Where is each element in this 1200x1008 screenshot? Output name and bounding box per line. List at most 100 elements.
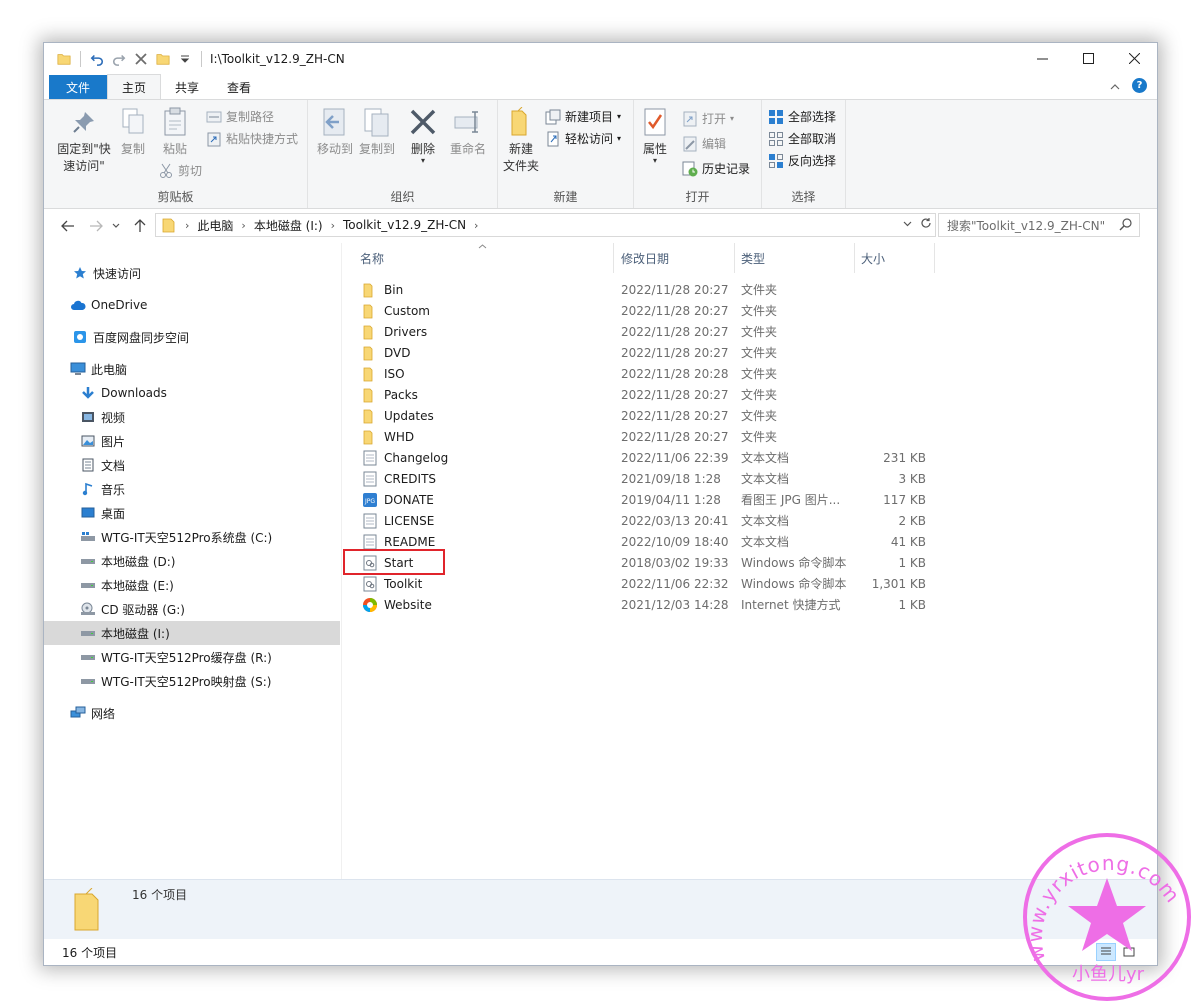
maximize-button[interactable] — [1065, 43, 1111, 73]
nav-item-downloads[interactable]: Downloads — [44, 381, 340, 405]
nav-item-videos[interactable]: 视频 — [44, 405, 340, 429]
file-size: 2 KB — [898, 513, 926, 528]
nav-item-drive-d[interactable]: 本地磁盘 (D:) — [44, 549, 340, 573]
redo-icon[interactable] — [111, 51, 127, 67]
refresh-icon[interactable] — [920, 217, 932, 232]
help-icon[interactable]: ? — [1132, 78, 1147, 93]
file-row[interactable]: Bin 2022/11/28 20:27 文件夹 — [356, 279, 936, 300]
column-header-date[interactable]: 修改日期 — [615, 243, 735, 273]
file-date: 2021/12/03 14:28 — [621, 597, 729, 612]
collapse-ribbon-icon[interactable] — [1110, 79, 1120, 93]
file-row[interactable]: Drivers 2022/11/28 20:27 文件夹 — [356, 321, 936, 342]
edit-button[interactable]: 编辑 — [682, 135, 726, 152]
file-name-cell: JPG DONATE — [362, 489, 612, 510]
search-icon[interactable] — [1119, 217, 1133, 234]
back-button[interactable] — [58, 216, 78, 236]
breadcrumb-this-pc[interactable]: 此电脑 — [197, 217, 233, 234]
delete-icon[interactable] — [133, 51, 149, 67]
history-button[interactable]: 历史记录 — [682, 160, 750, 177]
recent-locations-button[interactable] — [110, 216, 122, 236]
new-folder-button[interactable]: 新建 文件夹 — [502, 106, 540, 175]
invert-selection-button[interactable]: 反向选择 — [768, 152, 836, 169]
move-to-icon — [319, 106, 351, 138]
paste-shortcut-button[interactable]: 粘贴快捷方式 — [206, 130, 298, 147]
nav-item-drive-g[interactable]: CD 驱动器 (G:) — [44, 597, 340, 621]
file-row[interactable]: DVD 2022/11/28 20:27 文件夹 — [356, 342, 936, 363]
group-label-clipboard: 剪贴板 — [157, 190, 194, 204]
tab-share[interactable]: 共享 — [161, 75, 213, 99]
file-row[interactable]: CREDITS 2021/09/18 1:28 文本文档 3 KB — [356, 468, 936, 489]
file-row[interactable]: WHD 2022/11/28 20:27 文件夹 — [356, 426, 936, 447]
nav-item-drive-c[interactable]: WTG-IT天空512Pro系统盘 (C:) — [44, 525, 340, 549]
nav-item-this-pc[interactable]: 此电脑 — [44, 357, 340, 381]
file-row[interactable]: Packs 2022/11/28 20:27 文件夹 — [356, 384, 936, 405]
open-button[interactable]: 打开 ▾ — [682, 110, 734, 127]
rename-button[interactable]: 重命名 — [448, 106, 488, 158]
minimize-button[interactable] — [1019, 43, 1065, 73]
nav-item-drive-r[interactable]: WTG-IT天空512Pro缓存盘 (R:) — [44, 645, 340, 669]
file-row[interactable]: Website 2021/12/03 14:28 Internet 快捷方式 1 KB — [356, 594, 936, 615]
file-row[interactable]: JPG DONATE 2019/04/11 1:28 看图王 JPG 图片... 117… — [356, 489, 936, 510]
nav-item-documents[interactable]: 文档 — [44, 453, 340, 477]
new-item-button[interactable]: 新建项目 ▾ — [545, 108, 621, 125]
address-bar[interactable]: › 此电脑 › 本地磁盘 (I:) › Toolkit_v12.9_ZH-CN … — [155, 213, 936, 237]
file-name: DONATE — [384, 492, 434, 507]
file-name: Toolkit — [384, 576, 423, 591]
nav-item-desktop[interactable]: 桌面 — [44, 501, 340, 525]
search-input[interactable]: 搜索"Toolkit_v12.9_ZH-CN" — [938, 213, 1140, 237]
move-to-button[interactable]: 移动到 — [316, 106, 354, 158]
copy-button[interactable]: 复制 — [118, 106, 148, 158]
script-file-icon — [362, 576, 378, 592]
pin-quick-access-button[interactable]: 固定到"快 速访问" — [54, 106, 114, 175]
nav-item-drive-e[interactable]: 本地磁盘 (E:) — [44, 573, 340, 597]
file-name: README — [384, 534, 436, 549]
customize-qat-icon[interactable] — [177, 51, 193, 67]
nav-item-music[interactable]: 音乐 — [44, 477, 340, 501]
column-header-type[interactable]: 类型 — [735, 243, 855, 273]
nav-item-quick-access[interactable]: 快速访问 — [44, 261, 340, 285]
tab-file[interactable]: 文件 — [49, 75, 108, 99]
nav-item-onedrive[interactable]: OneDrive — [44, 293, 340, 317]
undo-icon[interactable] — [89, 51, 105, 67]
select-none-button[interactable]: 全部取消 — [768, 130, 836, 147]
file-row[interactable]: Updates 2022/11/28 20:27 文件夹 — [356, 405, 936, 426]
tab-view[interactable]: 查看 — [213, 75, 265, 99]
file-size — [826, 300, 926, 321]
forward-button[interactable] — [86, 216, 106, 236]
file-row[interactable]: Toolkit 2022/11/06 22:32 Windows 命令脚本 1,301… — [356, 573, 936, 594]
new-folder-icon[interactable] — [155, 51, 171, 67]
file-date: 2021/09/18 1:28 — [621, 471, 721, 486]
nav-item-baidu[interactable]: 百度网盘同步空间 — [44, 325, 340, 349]
paste-button[interactable]: 粘贴 — [158, 106, 192, 158]
nav-item-drive-s[interactable]: WTG-IT天空512Pro映射盘 (S:) — [44, 669, 340, 693]
quick-access-toolbar — [56, 50, 204, 67]
ribbon-tabs: 文件 主页 共享 查看 ? — [44, 74, 1157, 99]
address-dropdown-icon[interactable] — [903, 217, 912, 232]
copy-path-button[interactable]: 复制路径 — [206, 108, 274, 125]
delete-button[interactable]: 删除 ▾ — [408, 106, 438, 165]
close-button[interactable] — [1111, 43, 1157, 73]
file-row[interactable]: LICENSE 2022/03/13 20:41 文本文档 2 KB — [356, 510, 936, 531]
file-type: 文件夹 — [741, 367, 778, 381]
tab-home[interactable]: 主页 — [107, 74, 162, 99]
column-header-size[interactable]: 大小 — [855, 243, 935, 273]
breadcrumb-toolkit[interactable]: Toolkit_v12.9_ZH-CN — [343, 218, 466, 232]
nav-item-drive-i[interactable]: 本地磁盘 (I:) — [44, 621, 340, 645]
file-row[interactable]: ISO 2022/11/28 20:28 文件夹 — [356, 363, 936, 384]
column-header-name[interactable]: 名称 — [354, 243, 614, 273]
invert-selection-icon — [768, 153, 784, 169]
baidu-icon — [72, 329, 88, 345]
address-row: › 此电脑 › 本地磁盘 (I:) › Toolkit_v12.9_ZH-CN … — [44, 213, 1157, 239]
copy-to-button[interactable]: 复制到 — [358, 106, 396, 158]
nav-item-pictures[interactable]: 图片 — [44, 429, 340, 453]
easy-access-button[interactable]: 轻松访问 ▾ — [545, 130, 621, 147]
up-button[interactable] — [130, 216, 150, 236]
breadcrumb-drive-i[interactable]: 本地磁盘 (I:) — [254, 217, 323, 234]
file-size — [826, 363, 926, 384]
nav-item-network[interactable]: 网络 — [44, 701, 340, 725]
select-all-button[interactable]: 全部选择 — [768, 108, 836, 125]
cut-button[interactable]: 剪切 — [158, 162, 202, 179]
file-row[interactable]: Custom 2022/11/28 20:27 文件夹 — [356, 300, 936, 321]
file-row[interactable]: Changelog 2022/11/06 22:39 文本文档 231 KB — [356, 447, 936, 468]
properties-button[interactable]: 属性 ▾ — [640, 106, 670, 165]
